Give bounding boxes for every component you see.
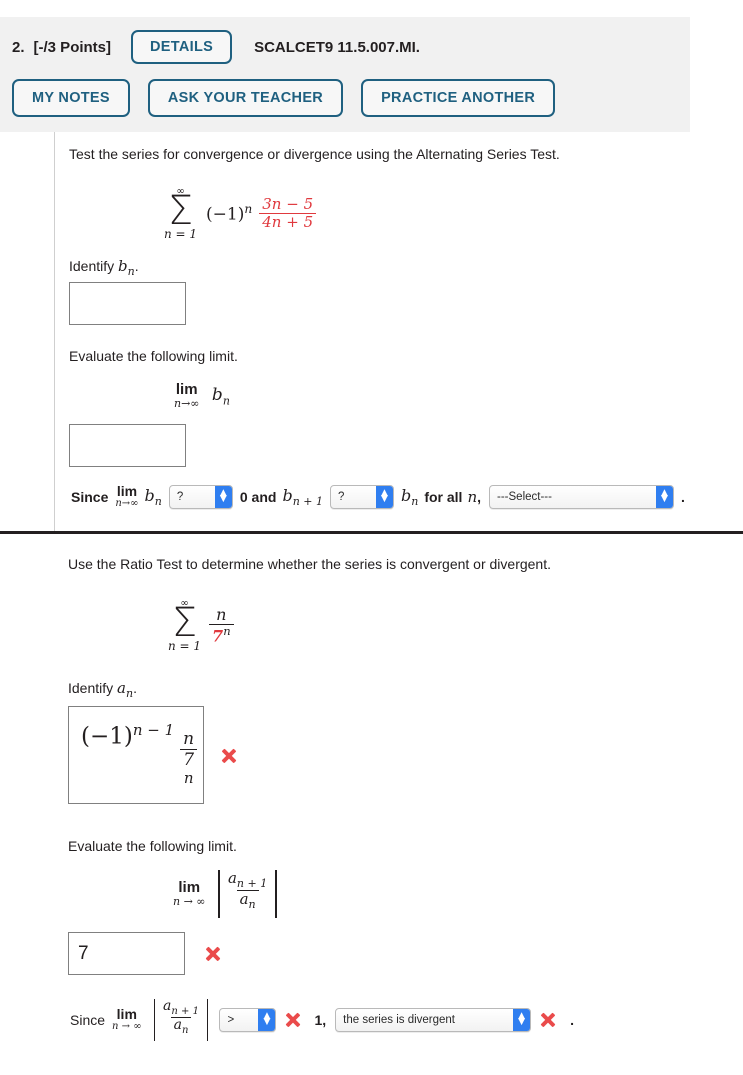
part-b-indent: Use the Ratio Test to determine whether …: [54, 534, 743, 1075]
comparison-select-1[interactable]: ? ▲ ▼: [168, 484, 233, 509]
since-period: .: [570, 1012, 575, 1028]
limit-denominator: an: [236, 890, 259, 911]
conclusion-statement-select[interactable]: the series is divergent ▲ ▼: [335, 1008, 532, 1032]
since-bn-compare: bn: [400, 485, 419, 508]
summation-symbol: ∞ Σ n = 1: [164, 186, 198, 242]
practice-another-button[interactable]: PRACTICE ANOTHER: [361, 79, 556, 117]
identify-an-label: Identify an.: [68, 679, 137, 700]
question-number: 2.: [12, 38, 25, 56]
part-a-limit-expression: lim n→∞ bn: [174, 382, 230, 409]
part-b-series: ∞ Σ n = 1 n 7n: [168, 594, 234, 652]
alternating-factor: (−1)n: [206, 202, 253, 225]
limit-operator: lim n → ∞: [173, 879, 206, 909]
since-limit-operator: lim n → ∞: [112, 1006, 142, 1033]
part-a-prompt: Test the series for convergence or diver…: [69, 146, 560, 162]
question-action-buttons: MY NOTES ASK YOUR TEACHER PRACTICE ANOTH…: [12, 79, 556, 117]
part-a-evaluate-label: Evaluate the following limit.: [69, 348, 238, 364]
question-header-panel: 2. [-/3 Points] DETAILS SCALCET9 11.5.00…: [0, 17, 690, 132]
since-comma: ,: [477, 488, 482, 505]
since-label: Since: [70, 1012, 106, 1028]
since-limit-operator: lim n→∞: [115, 483, 139, 509]
identify-bn-input[interactable]: [69, 282, 186, 325]
series-fraction: 3n − 5 4n + 5: [259, 196, 317, 231]
since-tail-text: for all: [424, 488, 463, 505]
part-a-series: ∞ Σ n = 1 (−1)n 3n − 5 4n + 5: [164, 182, 317, 242]
part-b-conclusion-row: Since lim n → ∞ an + 1 an > ▲ ▼ 1, the s…: [70, 998, 575, 1041]
series-fraction: n 7n: [209, 606, 234, 645]
answer-fraction: n 7 n: [180, 729, 198, 788]
chevron-updown-icon: ▲ ▼: [513, 1009, 531, 1031]
since-n-symbol: n: [467, 487, 478, 506]
comparison-select-2[interactable]: ? ▲ ▼: [329, 484, 394, 509]
absolute-value-expression: an + 1 an: [213, 870, 281, 918]
chevron-updown-icon: ▲ ▼: [214, 485, 232, 508]
question-header-row: 2. [-/3 Points] DETAILS SCALCET9 11.5.00…: [12, 27, 420, 67]
part-b-prompt: Use the Ratio Test to determine whether …: [68, 556, 551, 572]
since-bn: bn: [144, 485, 162, 508]
part-b-evaluate-label: Evaluate the following limit.: [68, 838, 237, 854]
identify-bn-label: Identify bn.: [69, 257, 139, 278]
since-numerator: an + 1: [163, 998, 199, 1017]
limit-operator: lim n→∞: [174, 381, 200, 410]
since-bn-plus-1: bn + 1: [282, 485, 323, 508]
chevron-updown-icon: ▲ ▼: [375, 485, 393, 508]
incorrect-x-icon-identify-an: [220, 747, 237, 764]
identify-an-answer-box[interactable]: (−1)n − 1 n 7 n: [68, 706, 204, 804]
incorrect-x-icon-statement: [539, 1012, 556, 1029]
limit-numerator: an + 1: [227, 869, 268, 890]
question-points: [-/3 Points]: [33, 38, 112, 56]
chevron-updown-icon: ▲ ▼: [258, 1009, 276, 1031]
limit-body: bn: [211, 384, 230, 408]
part-a-indent-rule: Test the series for convergence or diver…: [54, 132, 743, 531]
incorrect-x-icon-limit: [204, 945, 221, 962]
part-b-limit-expression: lim n → ∞ an + 1 an: [173, 870, 282, 918]
since-label: Since: [71, 488, 109, 505]
chevron-updown-icon: ▲ ▼: [656, 485, 674, 508]
limit-bn-input[interactable]: [69, 424, 186, 467]
series-denominator: 7n: [209, 623, 234, 645]
my-notes-button[interactable]: MY NOTES: [12, 79, 130, 117]
part-a-conclusion-row: Since lim n→∞ bn ? ▲ ▼ 0 and bn + 1 ? ▲ ▼ …: [71, 484, 685, 509]
answer-factor: (−1)n − 1: [81, 721, 175, 750]
since-period: .: [681, 488, 685, 505]
comparison-operator-select[interactable]: > ▲ ▼: [219, 1008, 277, 1032]
part-a-container: Test the series for convergence or diver…: [0, 132, 743, 531]
conclusion-select[interactable]: ---Select--- ▲ ▼: [489, 484, 675, 509]
details-button[interactable]: DETAILS: [131, 30, 233, 64]
since-one-text: 1,: [314, 1012, 327, 1028]
summation-symbol: ∞ Σ n = 1: [168, 598, 202, 654]
since-mid-text: 0 and: [239, 488, 277, 505]
assignment-code: SCALCET9 11.5.007.MI.: [254, 38, 420, 56]
part-b-container: Use the Ratio Test to determine whether …: [0, 534, 743, 1075]
since-absolute-value: an + 1 an: [149, 998, 214, 1041]
since-denominator: an: [170, 1016, 192, 1036]
limit-ratio-input[interactable]: [68, 932, 185, 975]
ask-your-teacher-button[interactable]: ASK YOUR TEACHER: [147, 79, 344, 117]
incorrect-x-icon-operator: [284, 1012, 301, 1029]
